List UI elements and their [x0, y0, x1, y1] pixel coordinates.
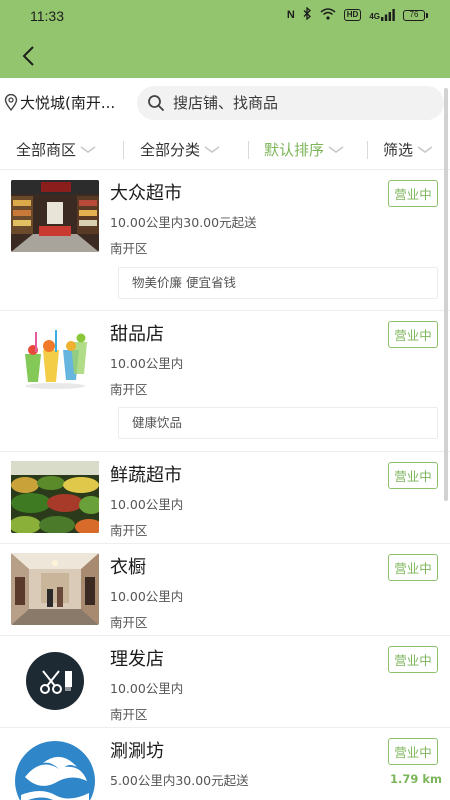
store-delivery-info: 10.00公里内	[110, 589, 184, 604]
location-pin-icon	[4, 94, 18, 111]
status-badge: 营业中	[388, 738, 438, 765]
filter-screen[interactable]: 筛选	[383, 139, 433, 160]
store-delivery-info: 10.00公里内	[110, 681, 184, 696]
store-district: 南开区	[110, 523, 148, 538]
store-image	[11, 461, 99, 533]
status-badge: 营业中	[388, 180, 438, 207]
store-district: 南开区	[110, 707, 148, 722]
store-item[interactable]: 鲜蔬超市 10.00公里内 南开区 营业中	[0, 452, 450, 544]
store-name: 涮涮坊	[110, 741, 164, 762]
app-header: 11:33 N HD 4G 76	[0, 0, 450, 78]
search-box[interactable]	[137, 86, 444, 120]
chevron-down-icon	[80, 145, 96, 153]
store-distance: 1.79 km	[390, 772, 443, 786]
store-item[interactable]: 甜品店 10.00公里内 南开区 营业中 健康饮品	[0, 311, 450, 452]
store-item[interactable]: 大众超市 10.00公里内30.00元起送 南开区 营业中 物美价廉 便宜省钱	[0, 170, 450, 311]
filter-sort[interactable]: 默认排序	[264, 139, 344, 160]
store-item[interactable]: 理发店 10.00公里内 南开区 营业中	[0, 636, 450, 728]
store-delivery-info: 10.00公里内	[110, 497, 184, 512]
search-input[interactable]	[173, 94, 413, 112]
scrollbar[interactable]	[444, 88, 448, 501]
store-item[interactable]: 涮涮坊 5.00公里内30.00元起送 营业中 1.79 km	[0, 728, 450, 800]
filter-category[interactable]: 全部分类	[140, 139, 220, 160]
filter-screen-label: 筛选	[383, 141, 414, 159]
store-image	[11, 553, 99, 625]
filter-sort-label: 默认排序	[264, 141, 325, 159]
store-delivery-info: 10.00公里内30.00元起送	[110, 215, 257, 230]
signal-label: 4G	[369, 12, 380, 21]
store-name: 鲜蔬超市	[110, 465, 182, 486]
store-image	[11, 320, 99, 392]
chevron-down-icon	[417, 145, 433, 153]
status-badge: 营业中	[388, 646, 438, 673]
store-name: 理发店	[110, 649, 164, 670]
store-tagline: 物美价廉 便宜省钱	[118, 267, 438, 299]
store-name: 大众超市	[110, 183, 182, 204]
store-tagline: 健康饮品	[118, 407, 438, 439]
chevron-down-icon	[328, 145, 344, 153]
nfc-icon: N	[286, 9, 295, 21]
store-delivery-info: 5.00公里内30.00元起送	[110, 773, 249, 788]
store-item[interactable]: 衣橱 10.00公里内 南开区 营业中	[0, 544, 450, 636]
back-button[interactable]	[14, 40, 42, 72]
wifi-icon	[320, 7, 336, 23]
store-image	[11, 180, 99, 252]
store-image	[11, 737, 99, 800]
store-district: 南开区	[110, 382, 148, 397]
store-district: 南开区	[110, 615, 148, 630]
signal-icon: 4G	[369, 9, 395, 21]
store-name: 衣橱	[110, 557, 146, 578]
search-row: 大悦城(南开...	[0, 78, 450, 128]
store-delivery-info: 10.00公里内	[110, 356, 184, 371]
filter-district-label: 全部商区	[16, 141, 77, 159]
status-badge: 营业中	[388, 462, 438, 489]
status-icons: N HD 4G 76	[286, 6, 428, 23]
filter-category-label: 全部分类	[140, 141, 201, 159]
store-name: 甜品店	[110, 324, 164, 345]
status-badge: 营业中	[388, 554, 438, 581]
status-time: 11:33	[30, 8, 64, 24]
hd-icon: HD	[343, 9, 362, 21]
battery-level: 76	[403, 9, 425, 21]
store-image	[11, 645, 99, 717]
filter-district[interactable]: 全部商区	[16, 139, 96, 160]
filter-bar: 全部商区 全部分类 默认排序 筛选	[0, 128, 450, 170]
store-district: 南开区	[110, 241, 148, 256]
location-selector[interactable]: 大悦城(南开...	[4, 92, 134, 113]
chevron-left-icon	[22, 46, 34, 66]
location-text: 大悦城(南开...	[20, 94, 116, 112]
status-badge: 营业中	[388, 321, 438, 348]
search-icon	[148, 95, 164, 111]
chevron-down-icon	[204, 145, 220, 153]
bluetooth-icon	[303, 6, 312, 23]
battery-icon: 76	[403, 9, 428, 21]
